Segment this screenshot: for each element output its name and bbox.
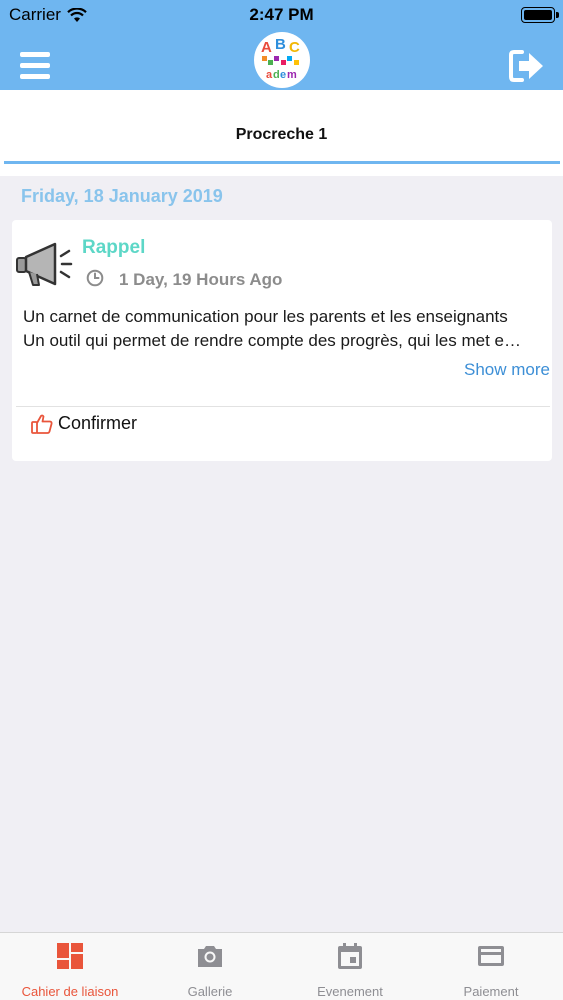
confirm-label: Confirmer: [58, 413, 138, 433]
svg-text:d: d: [273, 69, 280, 81]
show-more-link[interactable]: Show more: [464, 360, 550, 380]
camera-icon: [198, 946, 222, 967]
tab-label: Cahier de liaison: [21, 984, 119, 999]
tab-label: Evenement: [317, 984, 383, 999]
app-header: Carrier 2:47 PM A B C a d e m: [0, 0, 563, 90]
tab-evenement[interactable]: Evenement: [280, 933, 420, 1000]
tab-indicator: [4, 161, 560, 164]
logo-graphic: A B C a d e m: [261, 36, 300, 81]
tab-label: Paiement: [463, 984, 519, 999]
confirm-button[interactable]: Confirmer: [31, 413, 137, 434]
bottom-tab-bar: Cahier de liaison Gallerie Evenement Pai…: [0, 932, 563, 1000]
post-body-line: Un carnet de communication pour les pare…: [23, 307, 508, 326]
post-body: Un carnet de communication pour les pare…: [23, 305, 543, 353]
svg-text:e: e: [280, 69, 286, 81]
credit-card-icon: [478, 946, 504, 966]
post-time-ago: 1 Day, 19 Hours Ago: [119, 270, 283, 289]
dashboard-icon: [57, 943, 83, 969]
post-body-line: Un outil qui permet de rendre compte des…: [23, 331, 521, 350]
clock-icon: [86, 269, 104, 287]
tab-label: Gallerie: [187, 984, 233, 999]
svg-text:m: m: [287, 69, 297, 81]
battery-tip: [556, 12, 559, 18]
tab-gallerie[interactable]: Gallerie: [140, 933, 280, 1000]
menu-icon-bar: [20, 74, 50, 79]
megaphone-icon: [16, 242, 73, 286]
svg-text:C: C: [289, 39, 300, 56]
svg-text:A: A: [261, 39, 272, 56]
tab-child-procreche[interactable]: Procreche 1: [0, 126, 563, 144]
menu-icon-bar: [20, 52, 50, 57]
status-time: 2:47 PM: [249, 5, 314, 24]
tab-paiement[interactable]: Paiement: [421, 933, 561, 1000]
logout-icon: [509, 50, 543, 82]
battery-icon: [521, 7, 555, 23]
post-title: Rappel: [82, 237, 146, 258]
svg-text:B: B: [275, 36, 286, 53]
svg-text:a: a: [266, 69, 273, 81]
calendar-icon: [338, 943, 362, 969]
app-logo: A B C a d e m: [254, 32, 310, 88]
logout-button[interactable]: [508, 48, 546, 84]
date-heading: Friday, 18 January 2019: [21, 186, 223, 206]
menu-icon-bar: [20, 63, 50, 68]
thumbs-up-icon: [31, 414, 53, 434]
menu-button[interactable]: [20, 52, 50, 79]
status-bar: Carrier 2:47 PM: [0, 0, 563, 30]
tab-cahier-de-liaison[interactable]: Cahier de liaison: [0, 933, 140, 1000]
card-divider: [16, 406, 550, 407]
